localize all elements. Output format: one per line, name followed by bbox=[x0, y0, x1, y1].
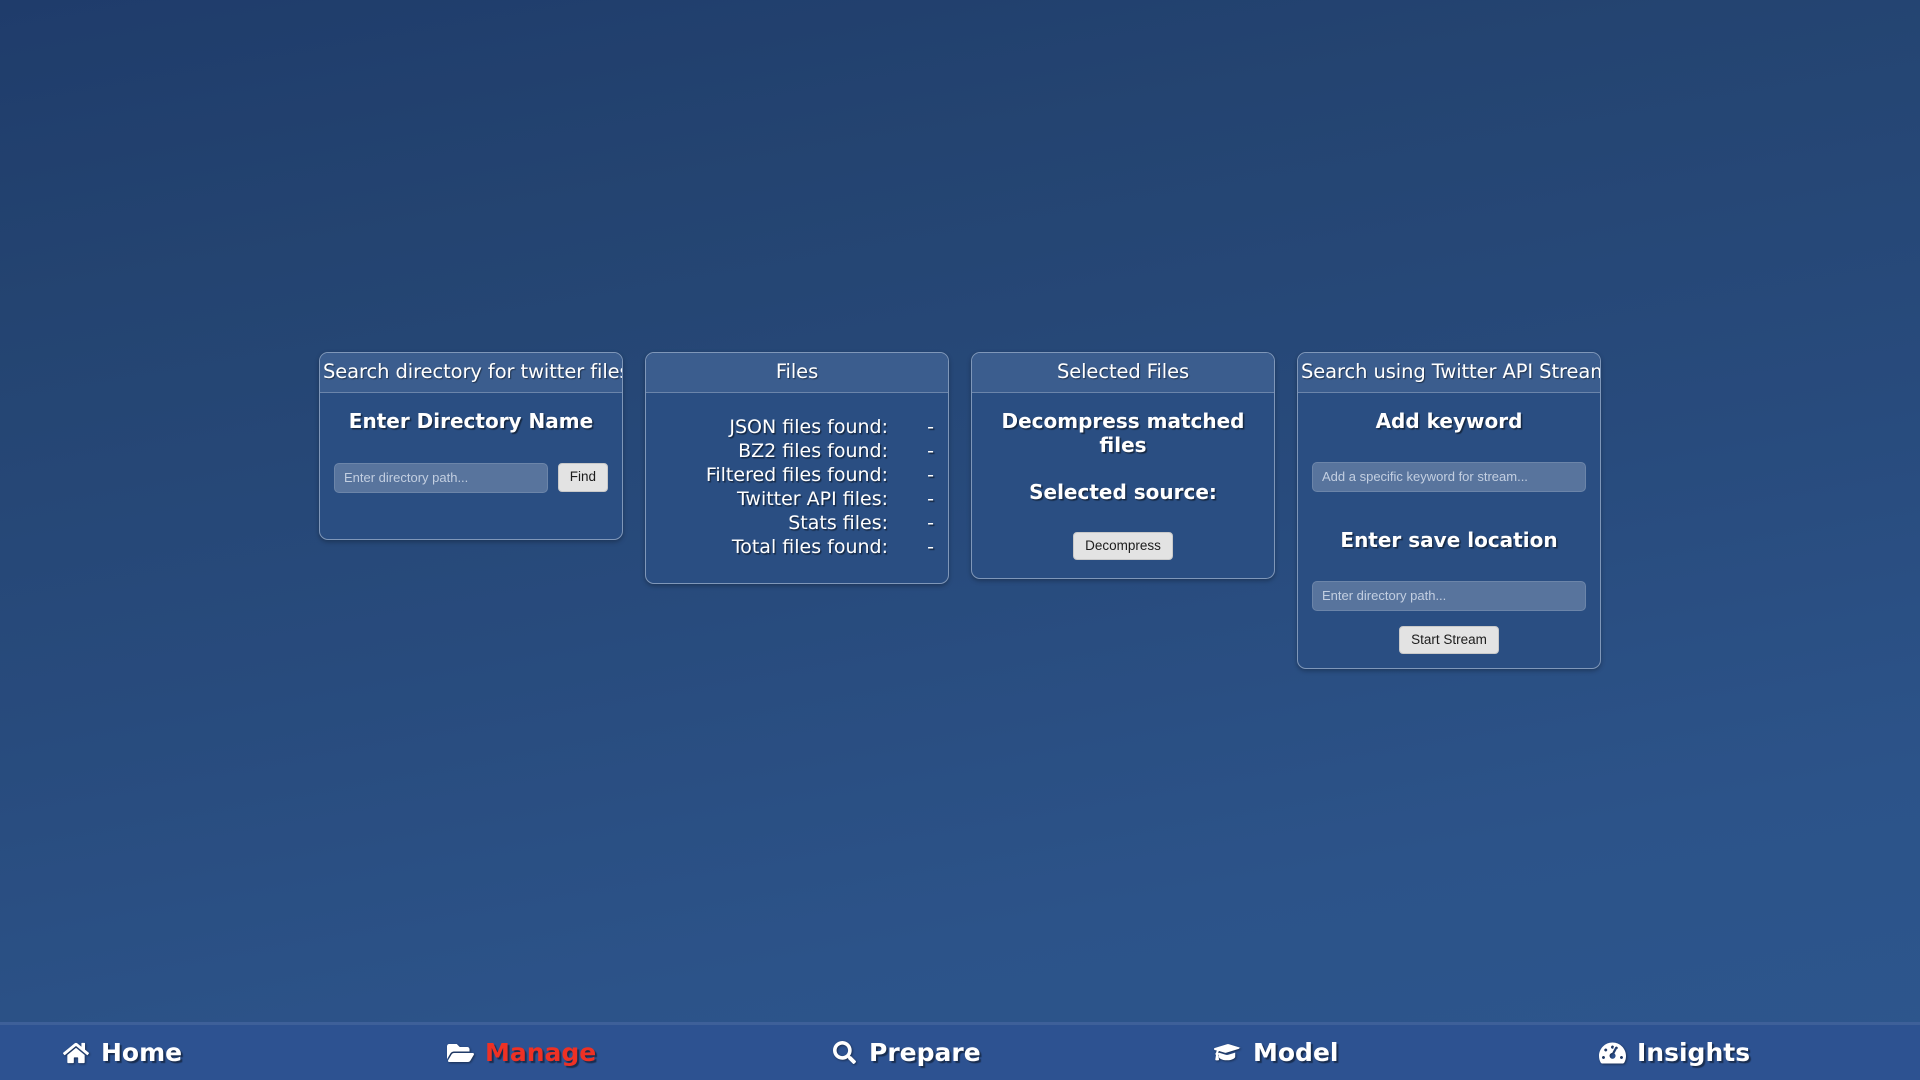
card-search-directory-body: Enter Directory Name Find bbox=[320, 393, 622, 539]
keyword-input[interactable] bbox=[1312, 461, 1586, 492]
stat-row: Filtered files found: - bbox=[660, 463, 934, 487]
stat-row: JSON files found: - bbox=[660, 415, 934, 439]
card-twitter-api-stream-header: Search using Twitter API Stream bbox=[1298, 353, 1600, 393]
selected-source-label: Selected source: bbox=[1029, 479, 1217, 504]
stat-row: Total files found: - bbox=[660, 535, 934, 559]
nav-item-insights-label: Insights bbox=[1637, 1038, 1751, 1067]
stat-value: - bbox=[927, 463, 934, 486]
stat-label: BZ2 files found: bbox=[738, 439, 888, 462]
stat-label: Twitter API files: bbox=[736, 487, 888, 510]
card-files: Files JSON files found: - BZ2 files foun… bbox=[645, 352, 949, 585]
stat-value: - bbox=[927, 512, 934, 534]
card-strip: Search directory for twitter files Enter… bbox=[0, 352, 1920, 670]
directory-path-input[interactable] bbox=[334, 462, 548, 493]
nav-item-manage-label: Manage bbox=[485, 1038, 597, 1067]
nav-item-prepare-label: Prepare bbox=[869, 1038, 981, 1067]
nav-item-prepare[interactable]: Prepare bbox=[768, 1040, 1152, 1066]
card-twitter-api-stream: Search using Twitter API Stream Add keyw… bbox=[1297, 352, 1601, 670]
stat-label: Stats files: bbox=[788, 512, 888, 534]
search-icon bbox=[830, 1040, 858, 1066]
save-location-input[interactable] bbox=[1312, 580, 1586, 611]
decompress-button[interactable]: Decompress bbox=[1073, 531, 1173, 561]
card-twitter-api-stream-body: Add keyword Enter save location Start St… bbox=[1298, 393, 1600, 669]
stat-label: Filtered files found: bbox=[705, 463, 888, 486]
stat-value: - bbox=[927, 439, 934, 462]
nav-item-home[interactable]: Home bbox=[0, 1040, 384, 1066]
stat-value: - bbox=[927, 415, 934, 438]
start-stream-button-wrap: Start Stream bbox=[1312, 625, 1586, 655]
tachometer-icon bbox=[1598, 1040, 1626, 1066]
stat-row: Stats files: - bbox=[660, 511, 934, 535]
home-icon bbox=[62, 1040, 90, 1066]
card-selected-files-body: Decompress matched files Selected source… bbox=[972, 393, 1274, 579]
nav-item-home-label: Home bbox=[101, 1038, 183, 1067]
enter-save-location-label: Enter save location bbox=[1340, 527, 1558, 552]
nav-item-model[interactable]: Model bbox=[1152, 1040, 1536, 1066]
stat-label: Total files found: bbox=[731, 536, 888, 559]
card-files-header: Files bbox=[646, 353, 948, 393]
directory-search-row: Find bbox=[334, 462, 608, 493]
decompress-button-wrap: Decompress bbox=[986, 531, 1260, 561]
card-selected-files-header: Selected Files bbox=[972, 353, 1274, 393]
nav-item-insights[interactable]: Insights bbox=[1536, 1040, 1920, 1066]
decompress-matched-files-label: Decompress matched files bbox=[1001, 408, 1245, 457]
stat-row: BZ2 files found: - bbox=[660, 439, 934, 463]
nav-item-model-label: Model bbox=[1253, 1038, 1339, 1067]
bottom-navigation-bar: Home Manage Prepare Model Insights bbox=[0, 1022, 1920, 1080]
card-files-body: JSON files found: - BZ2 files found: - F… bbox=[646, 393, 948, 584]
card-selected-files: Selected Files Decompress matched files … bbox=[971, 352, 1275, 580]
nav-item-manage[interactable]: Manage bbox=[384, 1040, 768, 1066]
stat-row: Twitter API files: - bbox=[660, 487, 934, 511]
graduation-cap-icon bbox=[1214, 1040, 1242, 1066]
stat-label: JSON files found: bbox=[729, 415, 888, 438]
card-search-directory: Search directory for twitter files Enter… bbox=[319, 352, 623, 540]
stat-value: - bbox=[927, 487, 934, 510]
stat-value: - bbox=[927, 536, 934, 559]
find-button[interactable]: Find bbox=[557, 463, 608, 492]
start-stream-button[interactable]: Start Stream bbox=[1399, 625, 1499, 655]
add-keyword-label: Add keyword bbox=[1375, 408, 1523, 433]
folder-open-icon bbox=[446, 1040, 474, 1066]
enter-directory-name-label: Enter Directory Name bbox=[348, 408, 594, 433]
card-search-directory-header: Search directory for twitter files bbox=[320, 353, 622, 393]
